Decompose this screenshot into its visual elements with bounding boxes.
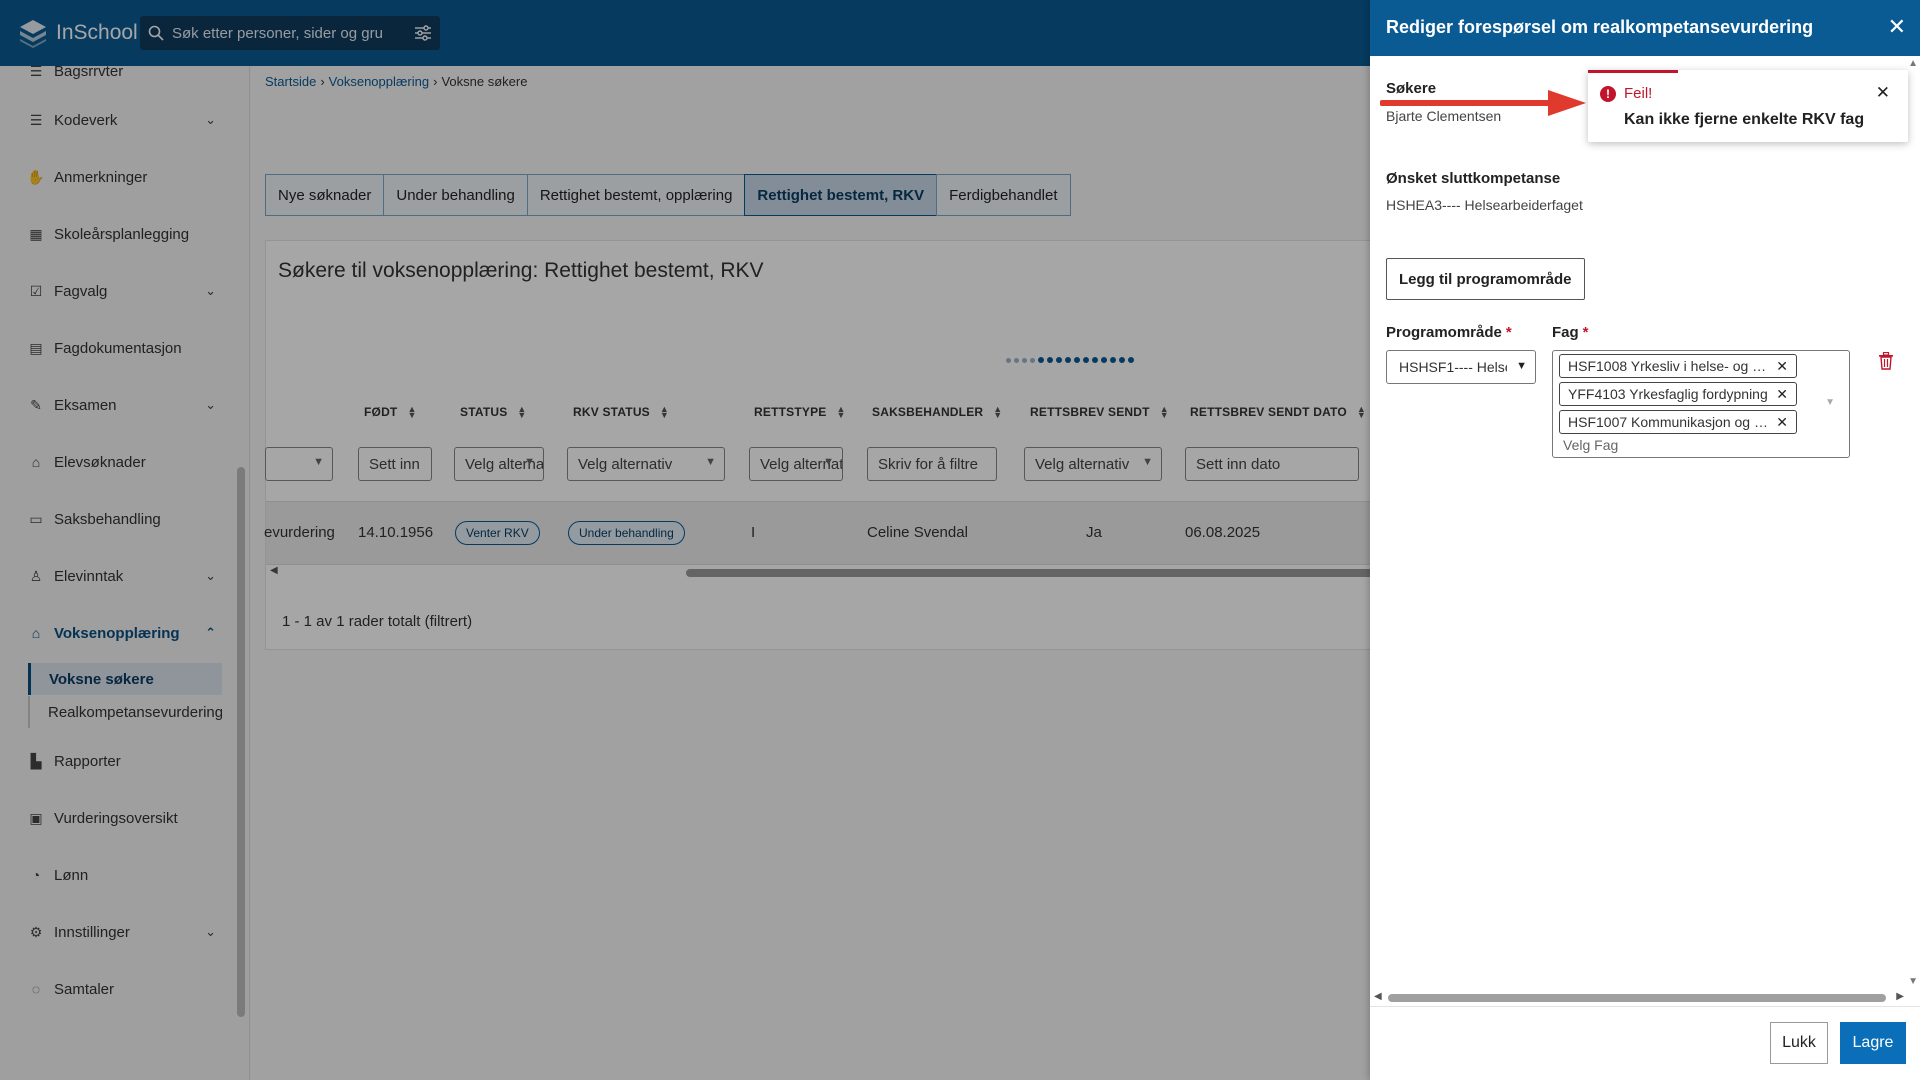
error-toast: ! Feil! Kan ikke fjerne enkelte RKV fag … bbox=[1588, 70, 1908, 142]
programomrade-label: Programområde * bbox=[1386, 324, 1512, 341]
remove-chip-icon[interactable]: ✕ bbox=[1776, 414, 1788, 431]
drawer-title: Rediger forespørsel om realkompetansevur… bbox=[1386, 17, 1814, 37]
save-button[interactable]: Lagre bbox=[1840, 1022, 1906, 1064]
fag-chip-label: HSF1008 Yrkesliv i helse- og oppvekstfag bbox=[1568, 358, 1768, 374]
toast-message: Kan ikke fjerne enkelte RKV fag bbox=[1624, 111, 1865, 128]
add-programomrade-button[interactable]: Legg til programområde bbox=[1386, 258, 1585, 300]
edit-rkv-request-drawer: Rediger forespørsel om realkompetansevur… bbox=[1370, 0, 1920, 1080]
scroll-up-icon[interactable]: ▲ bbox=[1908, 58, 1918, 69]
toast-timer-bar bbox=[1588, 70, 1678, 73]
fag-label-text: Fag bbox=[1552, 324, 1579, 341]
remove-chip-icon[interactable]: ✕ bbox=[1776, 358, 1788, 375]
drawer-footer-divider bbox=[1370, 1006, 1920, 1007]
fag-chip-label: YFF4103 Yrkesfaglig fordypning bbox=[1568, 386, 1768, 402]
drawer-scroll-thumb[interactable] bbox=[1388, 994, 1886, 1002]
required-marker: * bbox=[1505, 324, 1512, 341]
modal-backdrop[interactable] bbox=[0, 0, 1370, 1080]
close-button[interactable]: Lukk bbox=[1770, 1022, 1828, 1064]
scroll-right-icon[interactable]: ▶ bbox=[1896, 991, 1904, 1002]
programomrade-value: HSHSF1---- Helse- og oppvekstfag bbox=[1399, 359, 1507, 375]
scroll-down-icon[interactable]: ▼ bbox=[1908, 976, 1918, 987]
programomrade-select[interactable]: HSHSF1---- Helse- og oppvekstfag ▼ bbox=[1386, 350, 1536, 384]
fag-chip: YFF4103 Yrkesfaglig fordypning ✕ bbox=[1559, 382, 1797, 406]
fag-chip: HSF1008 Yrkesliv i helse- og oppvekstfag… bbox=[1559, 354, 1797, 378]
fag-chip-label: HSF1007 Kommunikasjon og samhandling bbox=[1568, 414, 1768, 430]
scroll-left-icon[interactable]: ◀ bbox=[1374, 991, 1382, 1002]
drawer-header: Rediger forespørsel om realkompetansevur… bbox=[1370, 0, 1920, 56]
fag-multiselect[interactable]: HSF1008 Yrkesliv i helse- og oppvekstfag… bbox=[1552, 350, 1850, 458]
close-icon[interactable]: ✕ bbox=[1876, 83, 1890, 103]
remove-chip-icon[interactable]: ✕ bbox=[1776, 386, 1788, 403]
chevron-down-icon[interactable]: ▼ bbox=[1825, 397, 1835, 408]
fag-label: Fag * bbox=[1552, 324, 1589, 341]
chevron-down-icon: ▼ bbox=[1516, 360, 1527, 372]
kompetanse-label: Ønsket sluttkompetanse bbox=[1386, 170, 1561, 187]
required-marker: * bbox=[1582, 324, 1589, 341]
toast-heading: Feil! bbox=[1624, 85, 1653, 102]
error-icon: ! bbox=[1600, 86, 1616, 102]
delete-icon[interactable] bbox=[1878, 352, 1894, 370]
annotation-arrow-icon bbox=[1380, 90, 1586, 116]
kompetanse-value: HSHEA3---- Helsearbeiderfaget bbox=[1386, 197, 1583, 213]
fag-search-input[interactable]: Velg Fag bbox=[1563, 437, 1618, 453]
programomrade-label-text: Programområde bbox=[1386, 324, 1502, 341]
close-icon[interactable]: ✕ bbox=[1888, 14, 1906, 40]
drawer-horizontal-scrollbar[interactable]: ◀ ▶ bbox=[1370, 991, 1904, 1004]
fag-chip: HSF1007 Kommunikasjon og samhandling ✕ bbox=[1559, 410, 1797, 434]
